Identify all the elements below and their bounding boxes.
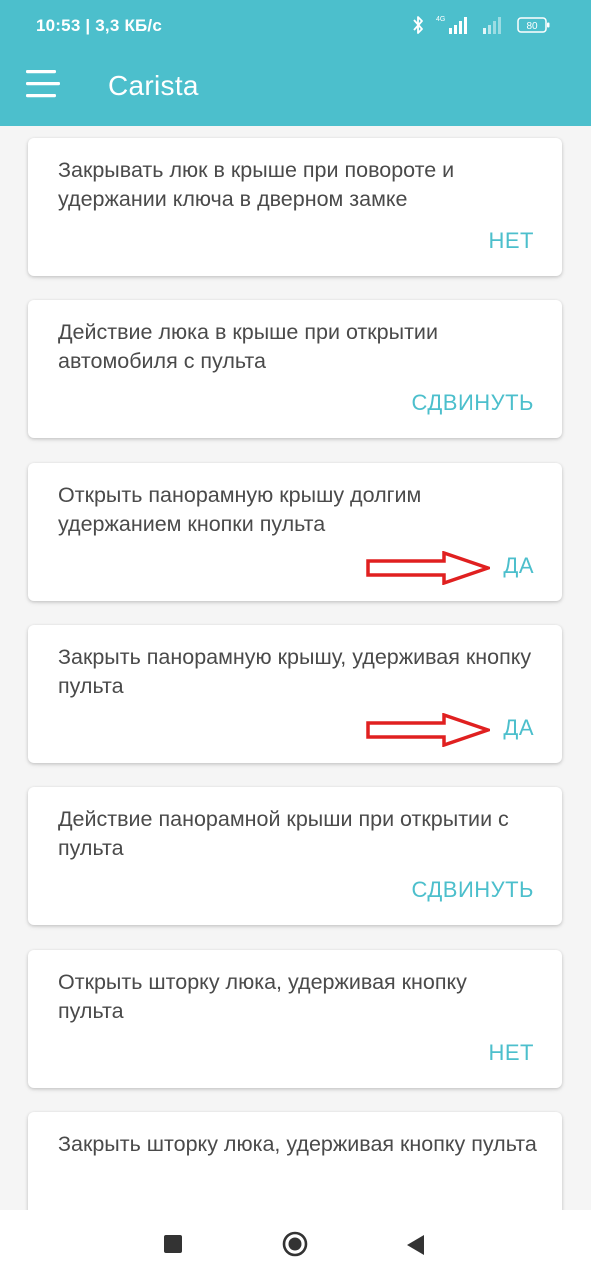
- setting-title: Действие люка в крыше при открытии автом…: [58, 320, 438, 373]
- signal-icon: [483, 17, 501, 34]
- status-time: 10:53 | 3,3 КБ/с: [36, 16, 163, 35]
- recents-square-icon[interactable]: [163, 1234, 183, 1259]
- back-triangle-icon[interactable]: [405, 1234, 425, 1261]
- setting-title: Открыть панорамную крышу долгим удержани…: [58, 483, 422, 536]
- signal-icon: 4G: [436, 16, 467, 34]
- setting-title: Действие панорамной крыши при открытии с…: [58, 807, 509, 860]
- setting-card-shade-open-hold[interactable]: Открыть шторку люка, удерживая кнопку пу…: [28, 950, 562, 1088]
- setting-card-sunroof-remote-open-action[interactable]: Действие люка в крыше при открытии автом…: [28, 300, 562, 438]
- home-circle-icon[interactable]: [282, 1231, 308, 1262]
- setting-value[interactable]: ДА: [503, 553, 534, 579]
- status-bar: 10:53 | 3,3 КБ/с 4G 80: [0, 0, 591, 52]
- setting-title: Закрыть шторку люка, удерживая кнопку пу…: [58, 1132, 537, 1156]
- setting-value[interactable]: ДА: [503, 715, 534, 741]
- red-arrow-icon: [366, 713, 490, 747]
- battery-icon: 80: [517, 17, 550, 33]
- setting-title: Закрыть панорамную крышу, удерживая кноп…: [58, 645, 532, 698]
- battery-level: 80: [526, 21, 538, 32]
- setting-title: Закрывать люк в крыше при повороте и уде…: [58, 158, 455, 211]
- setting-card-panorama-close-hold[interactable]: Закрыть панорамную крышу, удерживая кноп…: [28, 625, 562, 763]
- setting-card-panorama-remote-open-action[interactable]: Действие панорамной крыши при открытии с…: [28, 787, 562, 925]
- setting-card-shade-close-hold[interactable]: Закрыть шторку люка, удерживая кнопку пу…: [28, 1112, 562, 1210]
- bluetooth-icon: [413, 16, 423, 34]
- hamburger-menu-icon[interactable]: [26, 66, 60, 102]
- setting-card-sunroof-key-close[interactable]: Закрывать люк в крыше при повороте и уде…: [28, 138, 562, 276]
- system-nav-bar: [0, 1210, 591, 1280]
- setting-value[interactable]: СДВИНУТЬ: [411, 390, 534, 416]
- setting-value[interactable]: СДВИНУТЬ: [411, 877, 534, 903]
- setting-title: Открыть шторку люка, удерживая кнопку пу…: [58, 970, 467, 1023]
- app-title: Carista: [108, 70, 199, 101]
- toolbar: Carista: [0, 52, 591, 126]
- network-type-label: 4G: [436, 16, 445, 23]
- app-header: 10:53 | 3,3 КБ/с 4G 80 Carista: [0, 0, 591, 126]
- setting-card-panorama-open-long-press[interactable]: Открыть панорамную крышу долгим удержани…: [28, 463, 562, 601]
- settings-list[interactable]: Закрывать люк в крыше при повороте и уде…: [0, 126, 591, 1210]
- setting-value[interactable]: НЕТ: [489, 1040, 535, 1066]
- setting-value[interactable]: НЕТ: [489, 228, 535, 254]
- status-icons: 4G 80: [411, 14, 551, 36]
- red-arrow-icon: [366, 551, 490, 585]
